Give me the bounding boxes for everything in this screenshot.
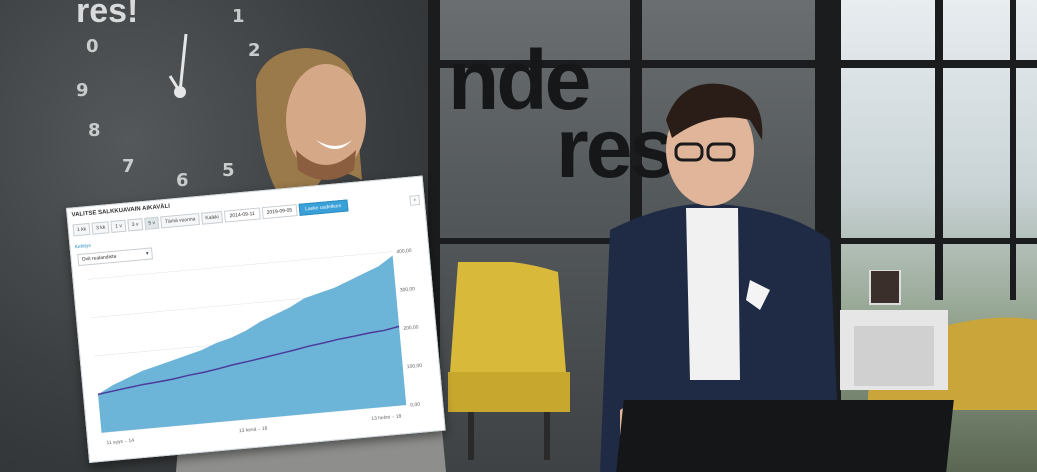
window-frame	[1010, 0, 1016, 300]
laptop	[616, 400, 954, 472]
clock-number: 8	[88, 120, 101, 141]
x-tick-label: 13 helmi – 18	[371, 413, 402, 422]
window-frame	[935, 0, 943, 300]
x-tick-label: 13 kesä – 16	[239, 426, 268, 435]
clock-number: 0	[86, 36, 99, 57]
grid-line	[87, 251, 393, 280]
y-tick-label: 400,00	[396, 248, 412, 255]
yellow-chair	[448, 262, 570, 460]
portfolio-chart-card: VALITSE SALKKUAVAIN AIKAVÄLI 1 kk 3 kk 1…	[66, 175, 446, 463]
y-tick-label: 200,00	[403, 325, 419, 332]
clock-number: 7	[122, 156, 135, 177]
clock-number: 9	[76, 80, 89, 101]
wall-logo: res!	[76, 0, 139, 30]
area-chart: 400,00 300,00 200,00 100,00 0,00 11 syys – 1…	[87, 248, 423, 447]
y-tick-label: 300,00	[400, 286, 416, 293]
photo-scene: res! nde res 1 0 2 9 8 7 6 5 VALITSE SAL…	[0, 0, 1037, 472]
clock-number: 1	[232, 6, 245, 27]
y-tick-label: 100,00	[407, 363, 423, 370]
y-tick-label: 0,00	[410, 402, 420, 409]
series-area	[98, 255, 407, 433]
x-tick-label: 11 syys – 14	[106, 438, 134, 447]
side-table	[840, 270, 948, 390]
